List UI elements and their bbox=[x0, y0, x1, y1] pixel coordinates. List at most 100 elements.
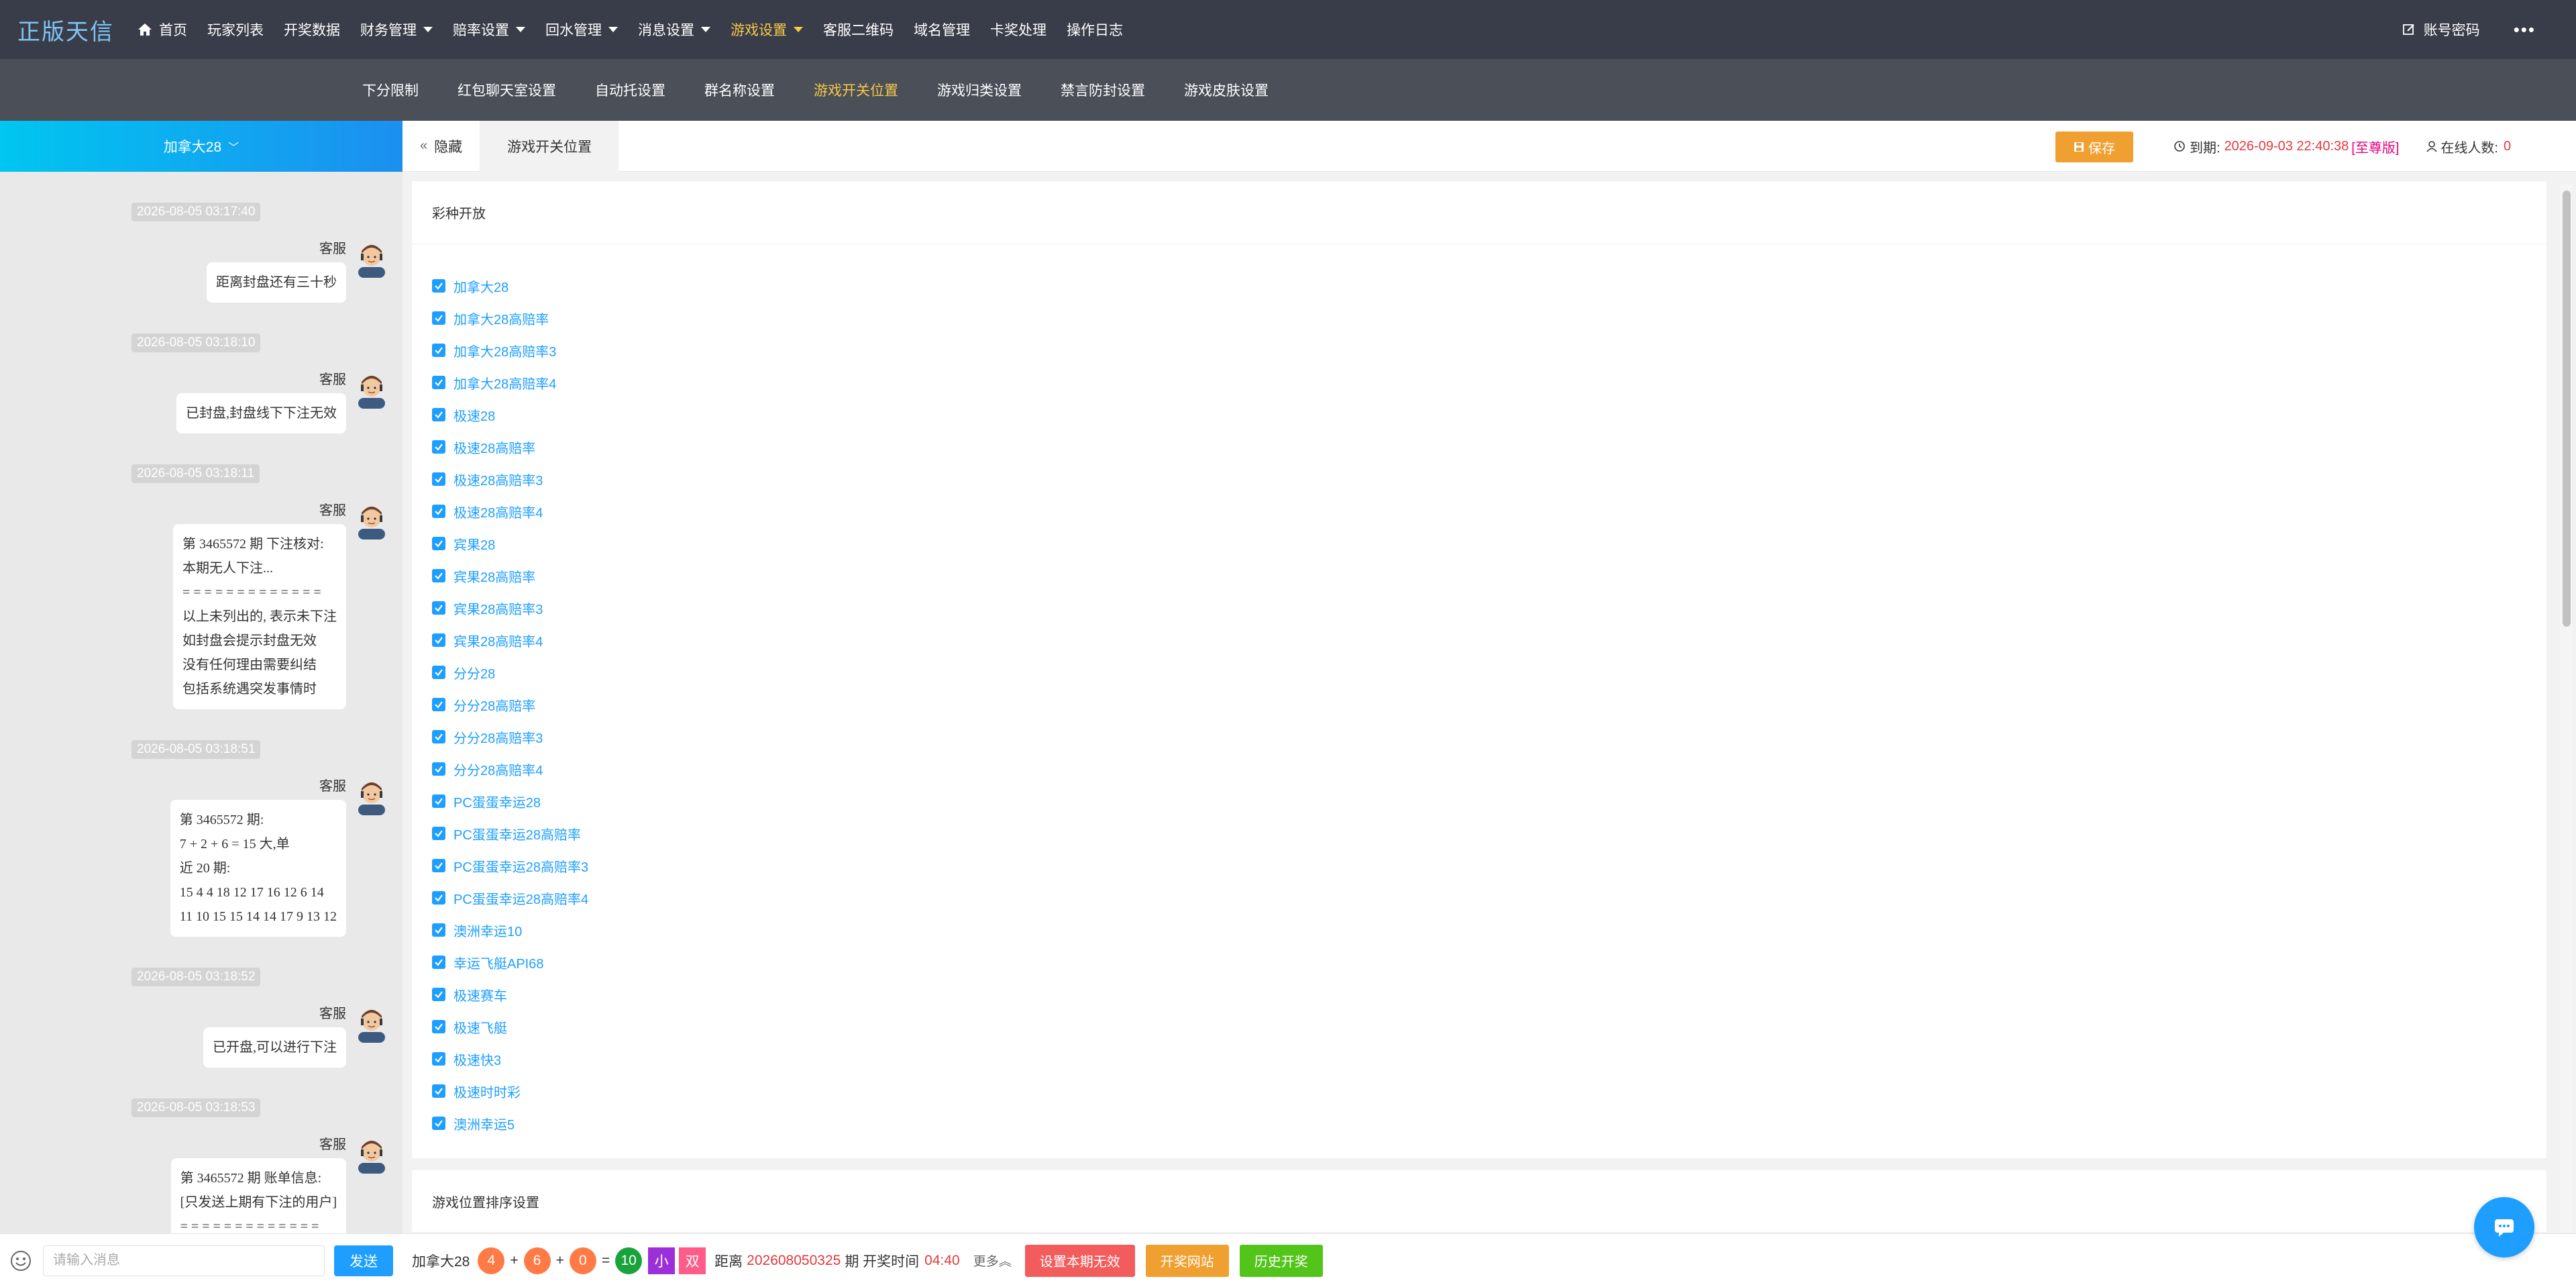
game-checkbox-row[interactable]: 澳洲幸运5 bbox=[432, 1107, 2526, 1139]
chat-float-button[interactable] bbox=[2474, 1197, 2534, 1257]
nav-item-9[interactable]: 域名管理 bbox=[904, 0, 980, 59]
nav-item-5[interactable]: 回水管理 bbox=[535, 0, 628, 59]
game-checkbox-row[interactable]: PC蛋蛋幸运28高赔率 bbox=[432, 817, 2526, 850]
checkbox-checked-icon[interactable] bbox=[432, 472, 445, 486]
hide-panel-button[interactable]: « 隐藏 bbox=[402, 120, 481, 172]
scrollbar-thumb[interactable] bbox=[2563, 191, 2571, 627]
checkbox-checked-icon[interactable] bbox=[432, 923, 445, 937]
account-password-link[interactable]: 账号密码 bbox=[2402, 19, 2480, 40]
game-checkbox-row[interactable]: 澳洲幸运10 bbox=[432, 914, 2526, 946]
game-checkbox-row[interactable]: 极速快3 bbox=[432, 1043, 2526, 1075]
checkbox-checked-icon[interactable] bbox=[432, 311, 445, 325]
checkbox-checked-icon[interactable] bbox=[432, 988, 445, 1001]
checkbox-checked-icon[interactable] bbox=[432, 730, 445, 743]
game-checkbox-row[interactable]: 分分28高赔率3 bbox=[432, 721, 2526, 753]
checkbox-checked-icon[interactable] bbox=[432, 666, 445, 679]
action-button-1[interactable]: 开奖网站 bbox=[1145, 1244, 1229, 1277]
checkbox-checked-icon[interactable] bbox=[432, 1052, 445, 1066]
checkbox-checked-icon[interactable] bbox=[432, 537, 445, 550]
nav-item-0[interactable]: 首页 bbox=[127, 0, 197, 59]
game-name-label: 加拿大28高赔率4 bbox=[453, 376, 557, 392]
brand-logo[interactable]: 正版天信 bbox=[0, 13, 127, 46]
game-checkbox-row[interactable]: 加拿大28 bbox=[432, 270, 2526, 302]
subnav-item-3[interactable]: 群名称设置 bbox=[704, 80, 775, 100]
game-checkbox-row[interactable]: 分分28 bbox=[432, 656, 2526, 688]
game-checkbox-row[interactable]: 加拿大28高赔率3 bbox=[432, 334, 2526, 366]
more-menu-icon[interactable]: ••• bbox=[2514, 19, 2536, 40]
action-button-0[interactable]: 设置本期无效 bbox=[1024, 1244, 1135, 1277]
game-checkbox-row[interactable]: 分分28高赔率 bbox=[432, 688, 2526, 721]
game-checkbox-row[interactable]: 极速28 bbox=[432, 399, 2526, 431]
nav-item-3[interactable]: 财务管理 bbox=[350, 0, 443, 59]
tab-game-switch-position[interactable]: 游戏开关位置 bbox=[480, 120, 619, 172]
checkbox-checked-icon[interactable] bbox=[432, 1117, 445, 1130]
checkbox-checked-icon[interactable] bbox=[432, 440, 445, 454]
expiry-label: 到期: bbox=[2190, 140, 2220, 156]
checkbox-checked-icon[interactable] bbox=[432, 569, 445, 582]
nav-item-11[interactable]: 操作日志 bbox=[1057, 0, 1133, 59]
action-button-2[interactable]: 历史开奖 bbox=[1239, 1244, 1323, 1277]
plus-sign: + bbox=[555, 1252, 564, 1268]
checkbox-checked-icon[interactable] bbox=[432, 698, 445, 711]
game-checkbox-row[interactable]: PC蛋蛋幸运28高赔率3 bbox=[432, 850, 2526, 882]
save-button[interactable]: 保存 bbox=[2055, 132, 2133, 162]
message-input[interactable] bbox=[43, 1245, 325, 1276]
emoji-icon[interactable] bbox=[9, 1249, 32, 1272]
subnav-item-4[interactable]: 游戏开关位置 bbox=[814, 80, 898, 100]
game-checkbox-row[interactable]: 幸运飞艇API68 bbox=[432, 946, 2526, 978]
checkbox-checked-icon[interactable] bbox=[432, 891, 445, 905]
save-icon bbox=[2074, 142, 2084, 152]
subnav-item-5[interactable]: 游戏归类设置 bbox=[937, 80, 1022, 100]
subnav-item-6[interactable]: 禁言防封设置 bbox=[1061, 80, 1145, 100]
subnav-item-7[interactable]: 游戏皮肤设置 bbox=[1184, 80, 1269, 100]
game-checkbox-row[interactable]: 极速28高赔率3 bbox=[432, 463, 2526, 495]
send-button[interactable]: 发送 bbox=[334, 1245, 393, 1276]
nav-item-2[interactable]: 开奖数据 bbox=[274, 0, 350, 59]
game-checkbox-row[interactable]: PC蛋蛋幸运28 bbox=[432, 785, 2526, 817]
nav-item-1[interactable]: 玩家列表 bbox=[197, 0, 274, 59]
game-checkbox-row[interactable]: 宾果28高赔率3 bbox=[432, 592, 2526, 624]
game-checkbox-row[interactable]: 宾果28高赔率4 bbox=[432, 624, 2526, 656]
plus-sign: + bbox=[510, 1252, 519, 1268]
game-name-label: 分分28 bbox=[453, 666, 496, 682]
checkbox-checked-icon[interactable] bbox=[432, 1020, 445, 1033]
room-selector[interactable]: 加拿大28 ﹀ bbox=[0, 121, 402, 172]
game-checkbox-row[interactable]: 极速28高赔率 bbox=[432, 431, 2526, 463]
checkbox-checked-icon[interactable] bbox=[432, 601, 445, 615]
game-checkbox-row[interactable]: PC蛋蛋幸运28高赔率4 bbox=[432, 882, 2526, 914]
edit-icon bbox=[2402, 24, 2414, 35]
checkbox-checked-icon[interactable] bbox=[432, 956, 445, 969]
nav-item-10[interactable]: 卡奖处理 bbox=[980, 0, 1057, 59]
checkbox-checked-icon[interactable] bbox=[432, 794, 445, 808]
more-link[interactable]: 更多︽ bbox=[973, 1251, 1012, 1270]
subnav-item-1[interactable]: 红包聊天室设置 bbox=[458, 80, 556, 100]
game-checkbox-row[interactable]: 分分28高赔率4 bbox=[432, 753, 2526, 785]
checkbox-checked-icon[interactable] bbox=[432, 1084, 445, 1098]
nav-item-8[interactable]: 客服二维码 bbox=[813, 0, 904, 59]
checkbox-checked-icon[interactable] bbox=[432, 633, 445, 647]
game-checkbox-row[interactable]: 宾果28高赔率 bbox=[432, 560, 2526, 592]
game-checkbox-row[interactable]: 极速赛车 bbox=[432, 978, 2526, 1011]
subnav-item-0[interactable]: 下分限制 bbox=[362, 80, 419, 100]
game-checkbox-row[interactable]: 极速28高赔率4 bbox=[432, 495, 2526, 527]
game-checkbox-row[interactable]: 宾果28 bbox=[432, 527, 2526, 560]
game-checkbox-row[interactable]: 极速飞艇 bbox=[432, 1011, 2526, 1043]
checkbox-checked-icon[interactable] bbox=[432, 279, 445, 293]
checkbox-checked-icon[interactable] bbox=[432, 827, 445, 840]
checkbox-checked-icon[interactable] bbox=[432, 505, 445, 518]
checkbox-checked-icon[interactable] bbox=[432, 408, 445, 421]
nav-item-4[interactable]: 赔率设置 bbox=[443, 0, 535, 59]
checkbox-checked-icon[interactable] bbox=[432, 762, 445, 776]
game-checkbox-row[interactable]: 极速时时彩 bbox=[432, 1075, 2526, 1107]
checkbox-checked-icon[interactable] bbox=[432, 859, 445, 872]
game-checkbox-row[interactable]: 加拿大28高赔率4 bbox=[432, 366, 2526, 399]
caret-down-icon bbox=[701, 27, 710, 32]
nav-item-7[interactable]: 游戏设置 bbox=[720, 0, 813, 59]
checkbox-checked-icon[interactable] bbox=[432, 344, 445, 357]
checkbox-checked-icon[interactable] bbox=[432, 376, 445, 389]
subnav-item-2[interactable]: 自动托设置 bbox=[595, 80, 665, 100]
game-checkbox-row[interactable]: 加拿大28高赔率 bbox=[432, 302, 2526, 334]
chat-messages[interactable]: 2026-08-05 03:17:40 客服 距离封盘还有三十秒 2026-08-05… bbox=[0, 172, 402, 1233]
message-line: 没有任何理由需要纠结 bbox=[182, 658, 317, 672]
nav-item-6[interactable]: 消息设置 bbox=[628, 0, 720, 59]
